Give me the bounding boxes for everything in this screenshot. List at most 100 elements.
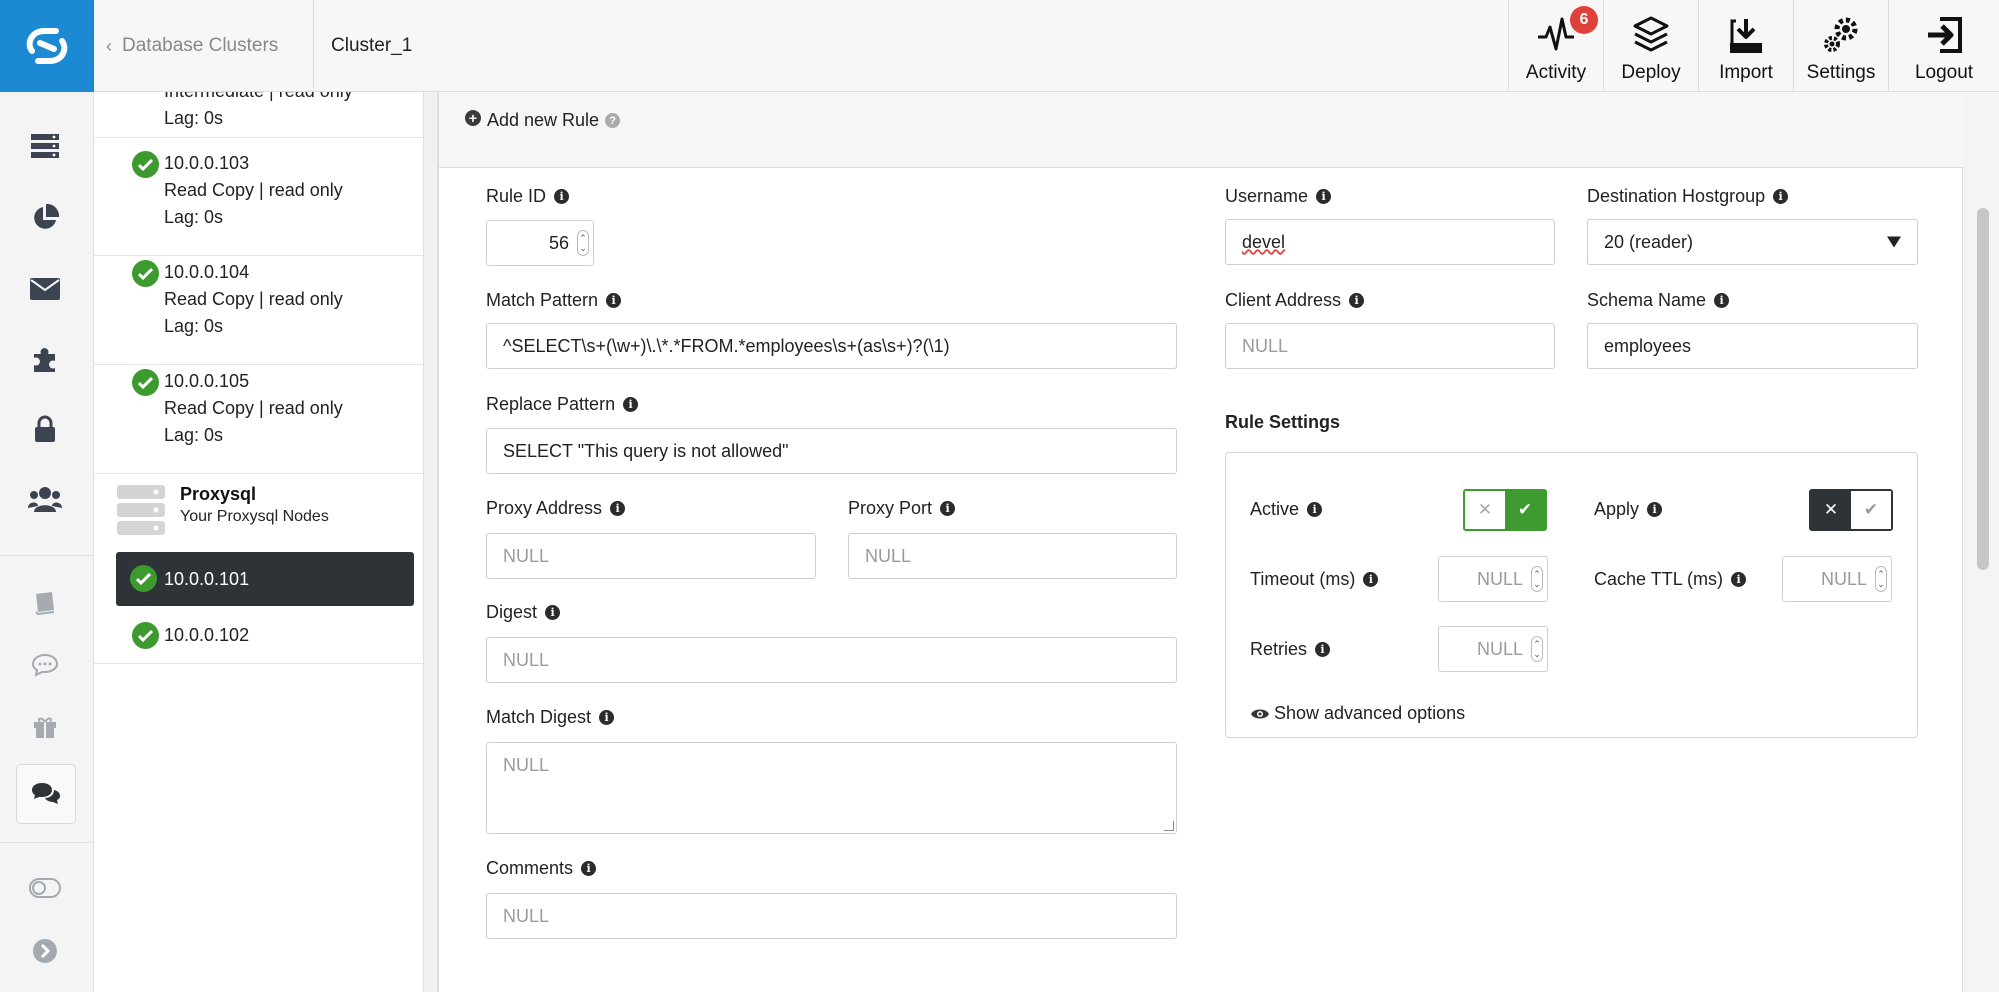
stepper-icon[interactable]: ⌃ ⌄ <box>577 230 589 256</box>
username-input[interactable]: devel <box>1225 219 1555 265</box>
apply-toggle[interactable]: ✕ ✔ <box>1809 489 1893 531</box>
toggle-icon[interactable] <box>22 865 68 911</box>
layers-icon <box>1633 16 1669 52</box>
import-label: Import <box>1719 62 1773 83</box>
rule-id-input[interactable]: 56 ⌃ ⌄ <box>486 220 594 266</box>
active-toggle[interactable]: ✕ ✔ <box>1463 489 1547 531</box>
lock-icon[interactable] <box>22 406 68 452</box>
info-icon[interactable]: i <box>940 500 956 516</box>
node-list-scrollbar[interactable] <box>424 92 438 992</box>
username-label: Username i <box>1225 182 1332 210</box>
comments-label: Comments i <box>486 854 597 882</box>
gift-icon[interactable] <box>22 704 68 750</box>
match-pattern-label: Match Pattern i <box>486 286 622 314</box>
rule-panel: + Add new Rule ? Rule ID i 56 ⌃ ⌄ Match Pat… <box>438 92 1964 992</box>
stepper-icon[interactable]: ⌃ ⌄ <box>1531 566 1543 592</box>
check-icon: ✔ <box>1505 491 1545 529</box>
mail-icon[interactable] <box>22 266 68 312</box>
info-icon[interactable]: i <box>1315 641 1331 657</box>
x-icon: ✕ <box>1465 491 1505 529</box>
node-role: Read Copy | read only <box>164 398 343 418</box>
scrollbar-thumb[interactable] <box>1977 208 1989 570</box>
info-icon[interactable]: i <box>554 188 570 204</box>
rail-divider <box>0 842 94 843</box>
list-item[interactable]: 10.0.0.102 <box>94 608 423 664</box>
users-icon[interactable] <box>22 476 68 522</box>
cache-ttl-input[interactable]: NULL ⌃ ⌄ <box>1782 556 1892 602</box>
import-button[interactable]: Import <box>1698 0 1793 92</box>
logout-icon <box>1928 17 1962 53</box>
info-icon[interactable]: i <box>545 604 561 620</box>
logout-label: Logout <box>1914 62 1974 83</box>
destination-hostgroup-select[interactable]: 20 (reader) <box>1587 219 1918 265</box>
node-list: Intermediate | read only Lag: 0s 10.0.0.… <box>94 92 424 992</box>
info-icon[interactable]: i <box>1316 188 1332 204</box>
list-item[interactable]: 10.0.0.103 Read Copy | read only Lag: 0s <box>94 147 423 256</box>
settings-button[interactable]: Settings <box>1793 0 1888 92</box>
list-item[interactable]: 10.0.0.104 Read Copy | read only Lag: 0s <box>94 256 423 365</box>
help-icon[interactable]: ? <box>605 113 621 128</box>
deploy-button[interactable]: Deploy <box>1603 0 1698 92</box>
replace-pattern-input[interactable]: SELECT "This query is not allowed" <box>486 428 1177 474</box>
info-icon[interactable]: i <box>623 396 639 412</box>
breadcrumb-current: Cluster_1 <box>331 0 412 92</box>
info-icon[interactable]: i <box>1714 292 1730 308</box>
schema-name-input[interactable]: employees <box>1587 323 1918 369</box>
timeout-input[interactable]: NULL ⌃ ⌄ <box>1438 556 1548 602</box>
info-icon[interactable]: i <box>1731 571 1747 587</box>
info-icon[interactable]: i <box>1773 188 1789 204</box>
page-scrollbar[interactable] <box>1963 92 1999 992</box>
info-icon[interactable]: i <box>1363 571 1379 587</box>
node-role: Read Copy | read only <box>164 180 343 200</box>
logout-button[interactable]: Logout <box>1888 0 1999 92</box>
list-item-selected[interactable]: 10.0.0.101 <box>116 552 414 606</box>
plus-circle-icon: + <box>465 109 481 126</box>
retries-input[interactable]: NULL ⌃ ⌄ <box>1438 626 1548 672</box>
cluster-name: Cluster_1 <box>331 35 413 56</box>
info-icon[interactable]: i <box>581 860 597 876</box>
info-icon[interactable]: i <box>610 500 626 516</box>
arrow-right-circle-icon[interactable] <box>22 928 68 974</box>
breadcrumb-back-label: Database Clusters <box>122 35 279 56</box>
node-ip: 10.0.0.103 <box>164 153 250 173</box>
pie-chart-icon[interactable] <box>22 195 68 241</box>
digest-input[interactable]: NULL <box>486 637 1177 683</box>
activity-button[interactable]: 6 Activity <box>1508 0 1603 92</box>
node-lag: Lag: 0s <box>164 108 224 128</box>
node-lag: Lag: 0s <box>164 207 224 227</box>
x-icon: ✕ <box>1811 491 1851 529</box>
import-icon <box>1730 19 1762 53</box>
stepper-icon[interactable]: ⌃ ⌄ <box>1875 566 1887 592</box>
logo-icon[interactable] <box>0 0 94 92</box>
check-circle-icon <box>132 369 159 396</box>
list-item[interactable]: 10.0.0.105 Read Copy | read only Lag: 0s <box>94 365 423 474</box>
comments-icon[interactable] <box>16 764 76 824</box>
match-digest-textarea[interactable]: NULL <box>486 742 1177 834</box>
caret-down-icon <box>1887 236 1901 248</box>
list-item[interactable]: Intermediate | read only Lag: 0s <box>94 92 423 138</box>
info-icon[interactable]: i <box>1349 292 1365 308</box>
info-icon[interactable]: i <box>606 292 622 308</box>
proxysql-group-header[interactable]: Proxysql Your Proxysql Nodes <box>116 482 423 536</box>
stepper-icon[interactable]: ⌃ ⌄ <box>1531 636 1543 662</box>
client-address-input[interactable]: NULL <box>1225 323 1555 369</box>
comments-input[interactable]: NULL <box>486 893 1177 939</box>
proxy-port-input[interactable]: NULL <box>848 533 1177 579</box>
breadcrumb-back-link[interactable]: ‹ Database Clusters <box>106 0 314 92</box>
info-icon[interactable]: i <box>1307 501 1323 517</box>
info-icon[interactable]: i <box>599 709 615 725</box>
match-pattern-input[interactable]: ^SELECT\s+(\w+)\.\*.*FROM.*employees\s+(… <box>486 323 1177 369</box>
node-lag: Lag: 0s <box>164 425 224 445</box>
show-advanced-options-link[interactable]: Show advanced options <box>1250 703 1465 724</box>
puzzle-icon[interactable] <box>22 336 68 382</box>
proxy-address-input[interactable]: NULL <box>486 533 816 579</box>
active-label: Active i <box>1250 495 1323 523</box>
resize-handle[interactable] <box>1164 821 1174 831</box>
book-icon[interactable] <box>22 580 68 626</box>
deploy-label: Deploy <box>1621 62 1681 83</box>
chat-bubble-icon[interactable] <box>22 642 68 688</box>
servers-icon[interactable] <box>22 123 68 169</box>
add-new-rule-button[interactable]: + Add new Rule ? <box>465 109 621 131</box>
info-icon[interactable]: i <box>1647 501 1663 517</box>
node-ip: 10.0.0.104 <box>164 262 250 282</box>
